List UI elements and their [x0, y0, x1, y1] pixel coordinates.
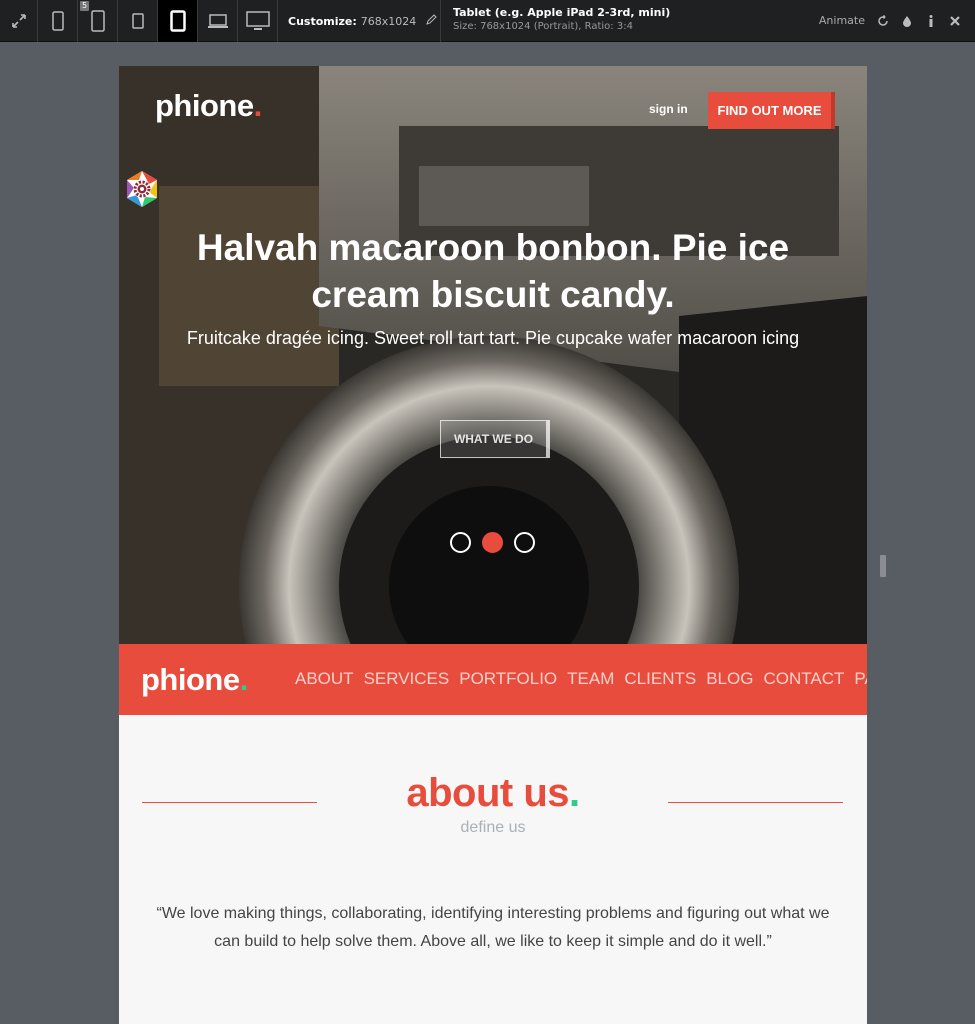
customize-size[interactable]: Customize: 768x1024 [278, 0, 441, 42]
animate-toggle[interactable]: Animate [819, 14, 865, 27]
drop-icon[interactable] [901, 15, 913, 27]
expand-button[interactable] [0, 0, 38, 42]
tablet-small-button[interactable] [118, 0, 158, 42]
find-out-more-button[interactable]: FIND OUT MORE [708, 92, 835, 129]
nav-logo-dot: . [239, 662, 249, 697]
phone-large-button[interactable]: 5 [78, 0, 118, 42]
pencil-icon[interactable] [426, 14, 437, 28]
laptop-button[interactable] [198, 0, 238, 42]
nav-item-about[interactable]: ABOUT [295, 669, 354, 689]
what-we-do-button[interactable]: WHAT WE DO [440, 420, 550, 458]
toolbar-actions: Animate [819, 0, 975, 41]
slide-dot-1[interactable] [450, 532, 471, 553]
about-title-dot: . [569, 771, 580, 815]
nav-item-pages-label: PAGES [854, 669, 867, 688]
nav-item-team[interactable]: TEAM [567, 669, 614, 689]
device-info: Tablet (e.g. Apple iPad 2-3rd, mini) Siz… [441, 0, 670, 41]
nav-links: ABOUT SERVICES PORTFOLIO TEAM CLIENTS BL… [295, 669, 867, 689]
nav-item-portfolio[interactable]: PORTFOLIO [459, 669, 557, 689]
phone-portrait-icon [51, 11, 64, 31]
customize-value: 768x1024 [360, 14, 417, 28]
nav-item-services[interactable]: SERVICES [364, 669, 450, 689]
customize-label: Customize: [288, 14, 357, 28]
phone-portrait-button[interactable] [38, 0, 78, 42]
device-viewport: phione. sign in FIND OUT MORE Halvah mac… [119, 66, 867, 1024]
phone-landscape-icon [90, 10, 105, 32]
nav-logo[interactable]: phione. [141, 662, 248, 698]
main-navbar: phione. ABOUT SERVICES PORTFOLIO TEAM CL… [119, 644, 867, 715]
nav-item-contact[interactable]: CONTACT [763, 669, 844, 689]
camera-background-image [119, 66, 867, 644]
slide-dot-3[interactable] [514, 532, 535, 553]
resize-handle[interactable] [880, 555, 886, 577]
tablet-icon [169, 10, 186, 32]
slider-pagination [450, 532, 535, 553]
desktop-button[interactable] [238, 0, 278, 42]
about-title-text: about us [406, 771, 570, 815]
nav-item-pages[interactable]: PAGES▾ [854, 669, 867, 689]
responsive-toolbar: 5 Customize: 768x1024 Tablet (e.g. Apple… [0, 0, 975, 42]
nav-item-clients[interactable]: CLIENTS [624, 669, 696, 689]
hero-logo-dot: . [253, 88, 263, 123]
signin-link[interactable]: sign in [649, 102, 688, 116]
expand-icon [11, 13, 27, 29]
nav-logo-text: phione [141, 662, 240, 697]
rotate-icon[interactable] [877, 14, 889, 27]
hero-slider: phione. sign in FIND OUT MORE Halvah mac… [119, 66, 867, 644]
tablet-button[interactable] [158, 0, 198, 42]
about-quote: “We love making things, collaborating, i… [156, 905, 830, 950]
close-icon[interactable] [949, 15, 961, 27]
device-count-badge: 5 [80, 1, 90, 11]
desktop-icon [245, 11, 270, 31]
hero-logo[interactable]: phione. [155, 88, 262, 124]
nav-item-blog[interactable]: BLOG [706, 669, 753, 689]
slide-dot-2[interactable] [482, 532, 503, 553]
info-icon[interactable] [925, 14, 937, 27]
hero-subline: Fruitcake dragée icing. Sweet roll tart … [186, 328, 800, 348]
laptop-icon [207, 13, 229, 29]
about-subtitle: define us [460, 819, 526, 836]
settings-gear-icon[interactable] [125, 170, 159, 208]
tablet-small-icon [131, 13, 144, 29]
about-title: about us. [119, 771, 867, 816]
device-size: Size: 768x1024 (Portrait), Ratio: 3:4 [453, 21, 633, 32]
device-title: Tablet (e.g. Apple iPad 2-3rd, mini) [453, 6, 671, 19]
hero-headline: Halvah macaroon bonbon. Pie ice cream bi… [196, 227, 790, 315]
hero-logo-text: phione [155, 88, 254, 123]
